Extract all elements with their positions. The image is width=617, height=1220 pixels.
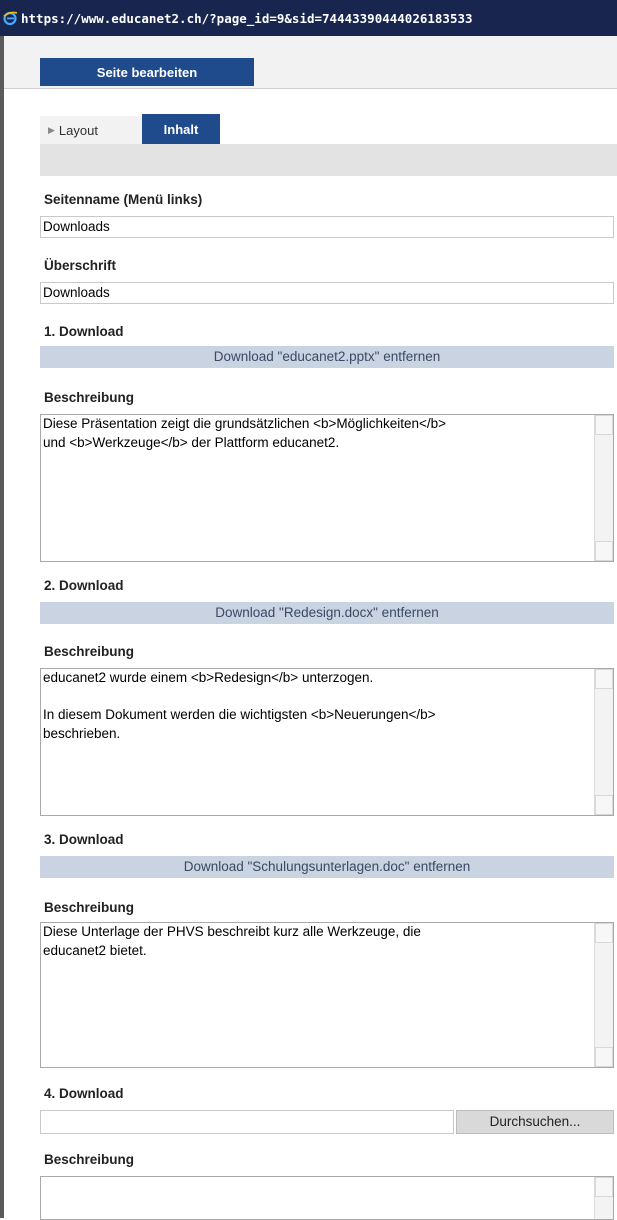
download-3-label: 3. Download <box>44 832 124 847</box>
download-1-remove-button[interactable]: Download "educanet2.pptx" entfernen <box>40 346 614 368</box>
download-2-desc-textarea[interactable]: educanet2 wurde einem <b>Redesign</b> un… <box>40 668 614 816</box>
tab-inhalt[interactable]: Inhalt <box>142 114 220 144</box>
scroll-down-icon[interactable] <box>595 541 613 561</box>
heading-label: Überschrift <box>44 258 117 273</box>
edit-page-button[interactable]: Seite bearbeiten <box>40 58 254 86</box>
scroll-up-icon[interactable] <box>595 1177 613 1197</box>
download-2-remove-button[interactable]: Download "Redesign.docx" entfernen <box>40 602 614 624</box>
scroll-down-icon[interactable] <box>595 1047 613 1067</box>
download-1-scrollbar[interactable] <box>594 415 613 561</box>
download-2-desc-text: educanet2 wurde einem <b>Redesign</b> un… <box>43 670 436 741</box>
scroll-up-icon[interactable] <box>595 415 613 435</box>
download-4-file-input[interactable] <box>40 1110 454 1134</box>
triangle-right-icon: ▶ <box>48 124 55 135</box>
heading-input[interactable]: Downloads <box>40 282 614 304</box>
window-titlebar: https://www.educanet2.ch/?page_id=9&sid=… <box>0 0 617 36</box>
download-2-desc-label: Beschreibung <box>44 644 135 659</box>
download-3-desc-label: Beschreibung <box>44 900 135 915</box>
url-text: https://www.educanet2.ch/?page_id=9&sid=… <box>21 10 473 26</box>
tab-bar: ▶ Layout Inhalt <box>40 114 220 144</box>
download-2-label: 2. Download <box>44 578 124 593</box>
tab-inhalt-label: Inhalt <box>163 121 199 137</box>
download-1-desc-text: Diese Präsentation zeigt die grundsätzli… <box>43 416 447 450</box>
scroll-down-icon[interactable] <box>595 795 613 815</box>
download-1-desc-textarea[interactable]: Diese Präsentation zeigt die grundsätzli… <box>40 414 614 562</box>
browse-button[interactable]: Durchsuchen... <box>456 1110 614 1134</box>
download-4-label: 4. Download <box>44 1086 124 1101</box>
download-1-label: 1. Download <box>44 324 124 339</box>
download-2-scrollbar[interactable] <box>594 669 613 815</box>
tab-layout-label: Layout <box>58 122 98 138</box>
ie-icon <box>2 10 18 26</box>
download-3-scrollbar[interactable] <box>594 923 613 1067</box>
scroll-up-icon[interactable] <box>595 923 613 943</box>
page-name-input[interactable]: Downloads <box>40 216 614 238</box>
download-1-desc-label: Beschreibung <box>44 390 135 405</box>
download-3-remove-button[interactable]: Download "Schulungsunterlagen.doc" entfe… <box>40 856 614 878</box>
tab-content-bar <box>40 144 617 176</box>
scroll-up-icon[interactable] <box>595 669 613 689</box>
download-3-desc-text: Diese Unterlage der PHVS beschreibt kurz… <box>43 924 421 958</box>
download-4-desc-textarea[interactable] <box>40 1176 614 1220</box>
download-3-desc-textarea[interactable]: Diese Unterlage der PHVS beschreibt kurz… <box>40 922 614 1068</box>
page-name-label: Seitenname (Menü links) <box>44 192 203 207</box>
tab-layout[interactable]: ▶ Layout <box>40 116 142 144</box>
download-4-desc-label: Beschreibung <box>44 1152 135 1167</box>
page-content: Seite bearbeiten ▶ Layout Inhalt Seitenn… <box>4 36 617 1220</box>
